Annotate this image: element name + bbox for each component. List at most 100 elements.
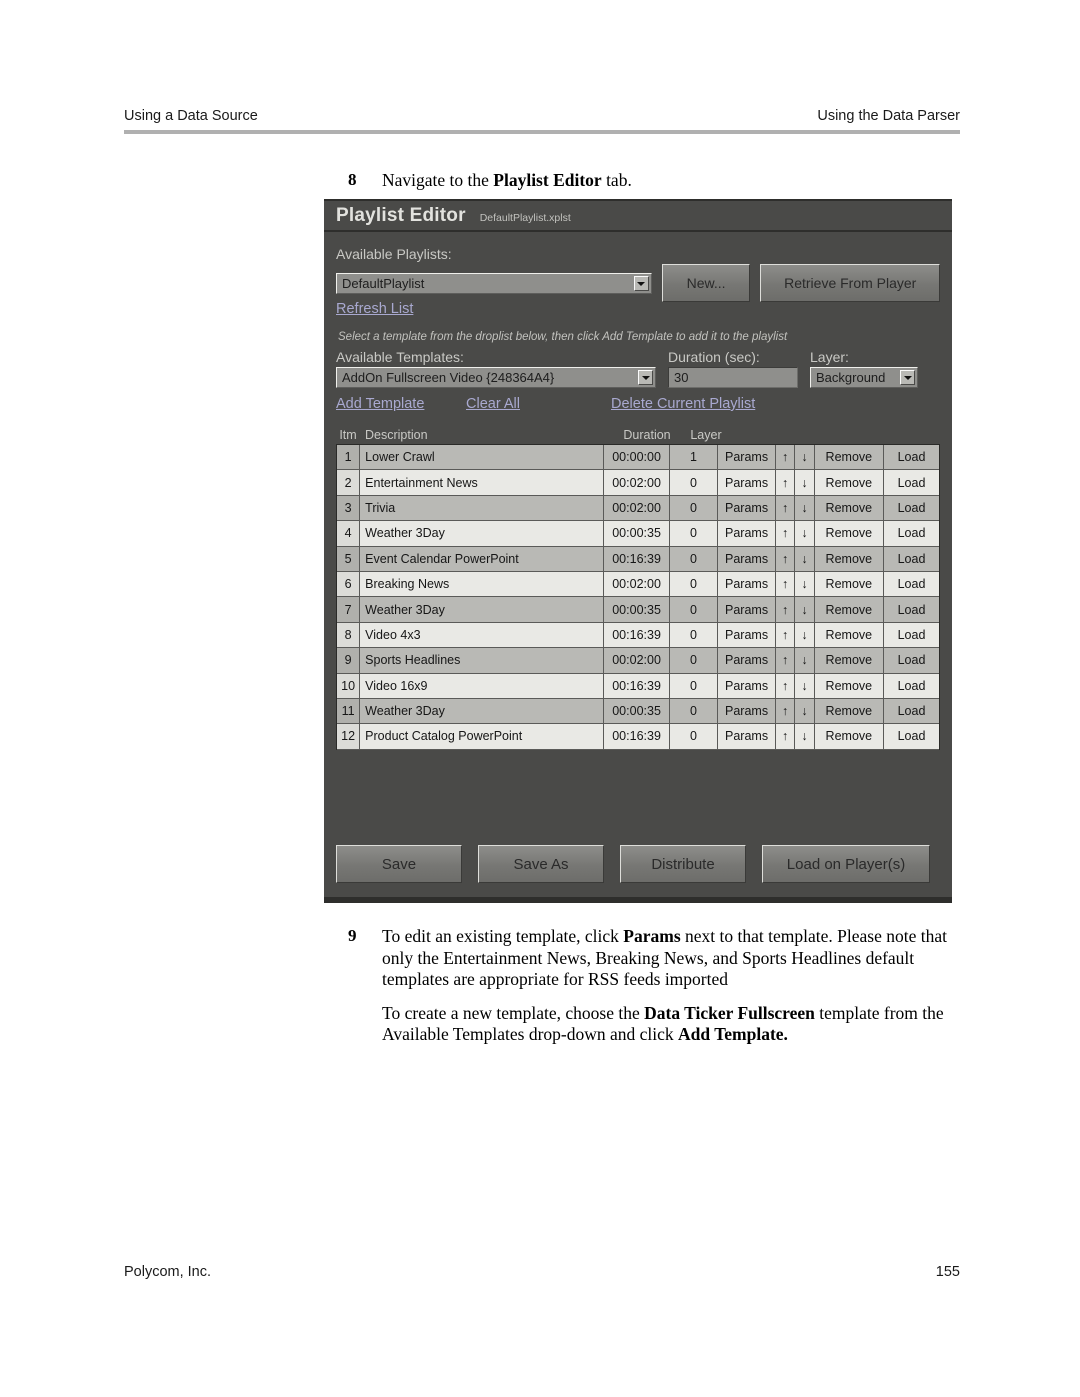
duration-input[interactable]: 30 bbox=[668, 367, 798, 388]
cell-itm: 1 bbox=[337, 445, 361, 471]
cell-duration: 00:02:00 bbox=[604, 571, 670, 598]
move-up-icon[interactable]: ↑ bbox=[775, 597, 796, 623]
refresh-list-link[interactable]: Refresh List bbox=[336, 301, 413, 317]
move-down-icon[interactable]: ↓ bbox=[795, 521, 815, 547]
remove-button[interactable]: Remove bbox=[814, 521, 885, 547]
move-up-icon[interactable]: ↑ bbox=[775, 648, 796, 674]
move-up-icon[interactable]: ↑ bbox=[775, 622, 796, 649]
remove-button[interactable]: Remove bbox=[814, 622, 885, 649]
move-up-icon[interactable]: ↑ bbox=[775, 724, 796, 750]
move-up-icon[interactable]: ↑ bbox=[775, 673, 796, 699]
load-button[interactable]: Load bbox=[884, 648, 939, 674]
params-button[interactable]: Params bbox=[718, 495, 776, 522]
move-down-icon[interactable]: ↓ bbox=[795, 470, 815, 496]
cell-description: Event Calendar PowerPoint bbox=[360, 546, 605, 572]
header-left-text: Using a Data Source bbox=[124, 108, 258, 124]
cell-layer: 0 bbox=[669, 521, 719, 547]
params-button[interactable]: Params bbox=[718, 648, 776, 674]
cell-description: Breaking News bbox=[360, 571, 605, 598]
available-playlists-select[interactable]: DefaultPlaylist bbox=[336, 273, 652, 294]
move-up-icon[interactable]: ↑ bbox=[775, 521, 796, 547]
cell-duration: 00:02:00 bbox=[604, 648, 670, 674]
load-button[interactable]: Load bbox=[884, 622, 939, 649]
header-divider bbox=[124, 130, 960, 134]
save-button[interactable]: Save bbox=[336, 845, 462, 883]
add-template-link[interactable]: Add Template bbox=[336, 396, 466, 412]
load-button[interactable]: Load bbox=[884, 724, 939, 750]
move-up-icon[interactable]: ↑ bbox=[775, 546, 796, 572]
footer-company: Polycom, Inc. bbox=[124, 1264, 212, 1280]
move-down-icon[interactable]: ↓ bbox=[795, 571, 815, 598]
move-down-icon[interactable]: ↓ bbox=[795, 495, 815, 522]
remove-button[interactable]: Remove bbox=[814, 571, 885, 598]
cell-layer: 0 bbox=[669, 571, 719, 598]
retrieve-from-player-button[interactable]: Retrieve From Player bbox=[760, 264, 940, 302]
save-as-button[interactable]: Save As bbox=[478, 845, 604, 883]
move-down-icon[interactable]: ↓ bbox=[795, 546, 815, 572]
load-button[interactable]: Load bbox=[884, 445, 939, 471]
load-button[interactable]: Load bbox=[884, 698, 939, 725]
move-up-icon[interactable]: ↑ bbox=[775, 495, 796, 522]
app-titlebar: Playlist Editor DefaultPlaylist.xplst bbox=[324, 201, 952, 232]
params-button[interactable]: Params bbox=[718, 597, 776, 623]
cell-duration: 00:00:35 bbox=[604, 521, 670, 547]
load-button[interactable]: Load bbox=[884, 495, 939, 522]
cell-duration: 00:00:35 bbox=[604, 597, 670, 623]
load-button[interactable]: Load bbox=[884, 673, 939, 699]
load-button[interactable]: Load bbox=[884, 597, 939, 623]
col-header-description: Description bbox=[365, 428, 428, 442]
remove-button[interactable]: Remove bbox=[814, 648, 885, 674]
move-up-icon[interactable]: ↑ bbox=[775, 571, 796, 598]
remove-button[interactable]: Remove bbox=[814, 724, 885, 750]
load-on-players-button[interactable]: Load on Player(s) bbox=[762, 845, 930, 883]
params-button[interactable]: Params bbox=[718, 546, 776, 572]
cell-layer: 0 bbox=[669, 622, 719, 649]
move-down-icon[interactable]: ↓ bbox=[795, 698, 815, 725]
new-playlist-button[interactable]: New... bbox=[661, 264, 751, 302]
remove-button[interactable]: Remove bbox=[814, 445, 885, 471]
distribute-button[interactable]: Distribute bbox=[620, 845, 746, 883]
layer-select[interactable]: Background bbox=[810, 367, 918, 388]
remove-button[interactable]: Remove bbox=[814, 495, 885, 522]
remove-button[interactable]: Remove bbox=[814, 597, 885, 623]
params-button[interactable]: Params bbox=[718, 521, 776, 547]
params-button[interactable]: Params bbox=[718, 571, 776, 598]
move-down-icon[interactable]: ↓ bbox=[795, 445, 815, 471]
remove-button[interactable]: Remove bbox=[814, 673, 885, 699]
clear-all-link[interactable]: Clear All bbox=[466, 396, 611, 412]
chevron-down-icon[interactable] bbox=[900, 370, 915, 385]
params-button[interactable]: Params bbox=[718, 673, 776, 699]
move-down-icon[interactable]: ↓ bbox=[795, 673, 815, 699]
remove-button[interactable]: Remove bbox=[814, 546, 885, 572]
move-down-icon[interactable]: ↓ bbox=[795, 597, 815, 623]
load-button[interactable]: Load bbox=[884, 571, 939, 598]
load-button[interactable]: Load bbox=[884, 521, 939, 547]
col-header-layer: Layer bbox=[690, 428, 722, 442]
move-down-icon[interactable]: ↓ bbox=[795, 724, 815, 750]
remove-button[interactable]: Remove bbox=[814, 698, 885, 725]
available-playlists-label: Available Playlists: bbox=[336, 246, 452, 262]
params-button[interactable]: Params bbox=[718, 622, 776, 649]
move-up-icon[interactable]: ↑ bbox=[775, 698, 796, 725]
refresh-list-row: Refresh List bbox=[336, 301, 940, 317]
load-button[interactable]: Load bbox=[884, 546, 939, 572]
available-templates-label: Available Templates: bbox=[336, 349, 464, 365]
move-down-icon[interactable]: ↓ bbox=[795, 648, 815, 674]
playlist-table-header: Itm Description Duration Layer bbox=[336, 428, 940, 444]
params-button[interactable]: Params bbox=[718, 698, 776, 725]
chevron-down-icon[interactable] bbox=[638, 370, 653, 385]
layer-label: Layer: bbox=[810, 349, 849, 365]
move-up-icon[interactable]: ↑ bbox=[775, 470, 796, 496]
chevron-down-icon[interactable] bbox=[633, 276, 649, 291]
load-button[interactable]: Load bbox=[884, 470, 939, 496]
remove-button[interactable]: Remove bbox=[814, 470, 885, 496]
delete-current-playlist-link[interactable]: Delete Current Playlist bbox=[611, 396, 755, 412]
params-button[interactable]: Params bbox=[718, 724, 776, 750]
move-up-icon[interactable]: ↑ bbox=[775, 445, 796, 471]
available-templates-select[interactable]: AddOn Fullscreen Video {248364A4} bbox=[336, 367, 656, 388]
move-down-icon[interactable]: ↓ bbox=[795, 622, 815, 649]
cell-itm: 3 bbox=[337, 495, 361, 522]
params-button[interactable]: Params bbox=[718, 470, 776, 496]
cell-description: Weather 3Day bbox=[360, 521, 605, 547]
params-button[interactable]: Params bbox=[718, 445, 776, 471]
